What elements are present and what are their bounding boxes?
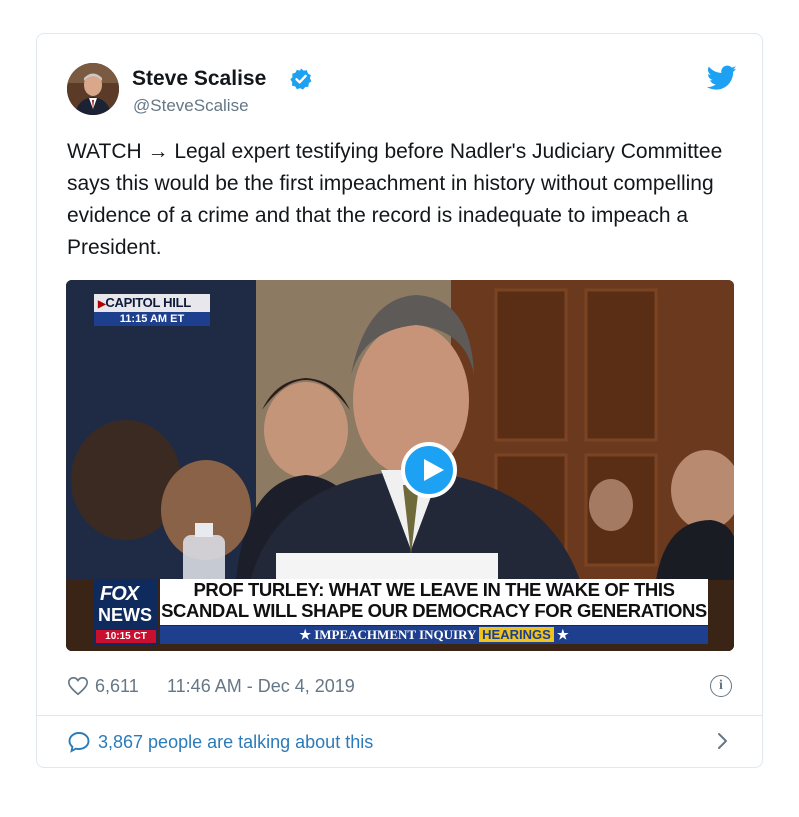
avatar[interactable] [67,63,119,115]
play-icon[interactable] [401,442,457,498]
like-count[interactable]: 6,611 [95,674,139,698]
headline-line-2: SCANDAL WILL SHAPE OUR DEMOCRACY FOR GEN… [161,600,707,621]
tweet-text: WATCH → Legal expert testifying before N… [67,140,723,259]
heart-icon[interactable] [67,675,89,697]
tweet-card: Steve Scalise @SteveScalise WATCH → Lega… [36,33,763,768]
ticker-text: ★ IMPEACHMENT INQUIRY [299,627,476,642]
network-logo-line2: NEWS [98,605,152,625]
ticker-highlight: HEARINGS [479,627,554,642]
speech-bubble-icon[interactable] [67,731,91,753]
headline-line-1: PROF TURLEY: WHAT WE LEAVE IN THE WAKE O… [193,579,675,600]
chyron-ticker: ★ IMPEACHMENT INQUIRY HEARINGS ★ [160,626,708,644]
chyron-headline: PROF TURLEY: WHAT WE LEAVE IN THE WAKE O… [160,579,708,625]
tweet-timestamp[interactable]: 11:46 AM - Dec 4, 2019 [167,674,355,698]
network-time: 10:15 CT [96,630,156,643]
divider [37,715,762,716]
video-player[interactable]: ▶CAPITOL HILL 11:15 AM ET FOX NEWS 10:15… [66,280,734,651]
conversation-link[interactable]: 3,867 people are talking about this [98,730,373,754]
location-label: CAPITOL HILL [105,295,191,310]
verified-badge-icon [290,68,312,90]
display-name[interactable]: Steve Scalise [132,67,266,91]
user-handle[interactable]: @SteveScalise [133,96,249,116]
ticker-star: ★ [557,627,569,642]
chevron-right-icon[interactable] [716,732,730,750]
twitter-bird-icon[interactable] [707,65,737,91]
news-chyron: FOX NEWS 10:15 CT PROF TURLEY: WHAT WE L… [94,579,708,645]
location-bug: ▶CAPITOL HILL 11:15 AM ET [94,294,210,326]
network-logo-line1: FOX [100,583,139,605]
info-icon[interactable]: i [710,675,732,697]
location-time: 11:15 AM ET [94,312,210,326]
network-logo: FOX NEWS 10:15 CT [94,579,158,645]
